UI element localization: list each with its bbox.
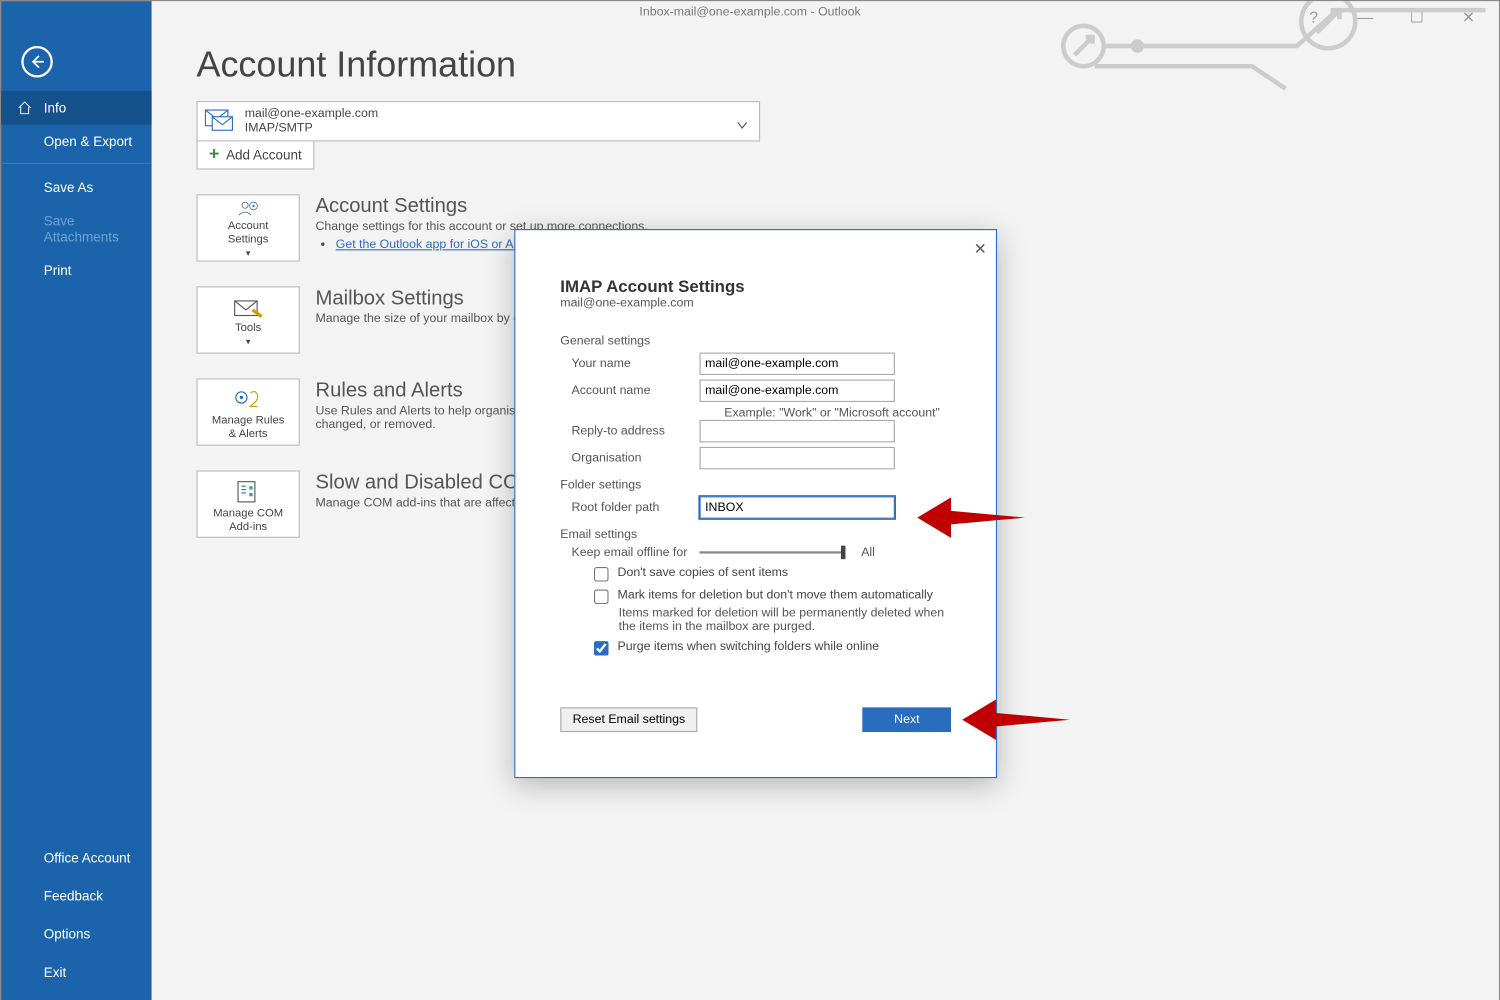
sidebar-item-open-export[interactable]: Open & Export [1,125,151,164]
section-title: Account Settings [316,194,648,218]
sidebar-label: Save Attachments [44,213,119,244]
manage-rules-button[interactable]: Manage Rules & Alerts [196,378,299,445]
page-title: Account Information [196,44,1476,86]
keep-offline-slider[interactable] [700,551,846,553]
sidebar-label: Save As [44,180,93,196]
email-settings-label: Email settings [560,528,951,541]
chevron-down-icon: ▾ [246,247,251,260]
dialog-title: IMAP Account Settings [560,277,951,296]
account-selector[interactable]: mail@one-example.com IMAP/SMTP [196,101,760,141]
manage-com-addins-button[interactable]: Manage COM Add-ins [196,470,299,537]
window-title: Inbox-mail@one-example.com - Outlook [1,6,1499,19]
your-name-input[interactable] [700,353,895,375]
chevron-down-icon [737,116,748,136]
sidebar-item-save-attachments: Save Attachments [1,204,151,253]
add-account-button[interactable]: + Add Account [196,140,314,169]
maximize-icon[interactable]: ☐ [1391,3,1443,30]
sidebar-item-options[interactable]: Options [1,915,151,953]
minimize-icon[interactable]: — [1340,3,1392,30]
mail-icon [204,106,233,136]
sidebar-label: Print [44,263,72,279]
button-label: Account Settings [228,220,269,247]
account-name-label: Account name [560,384,699,397]
sidebar: Info Open & Export Save As Save Attachme… [1,1,151,1000]
mark-for-deletion-checkbox[interactable] [594,589,609,604]
dialog-email: mail@one-example.com [560,296,951,309]
help-icon[interactable]: ? [1288,3,1340,30]
sidebar-item-office-account[interactable]: Office Account [1,839,151,877]
button-label: Manage COM Add-ins [213,507,283,534]
chevron-down-icon: ▾ [246,335,251,348]
root-folder-label: Root folder path [560,501,699,514]
tools-button[interactable]: Tools ▾ [196,286,299,353]
your-name-label: Your name [560,357,699,370]
purge-checkbox[interactable] [594,641,609,656]
sidebar-item-save-as[interactable]: Save As [1,171,151,205]
close-icon[interactable]: ✕ [974,239,987,258]
button-label: Tools [235,322,261,335]
account-settings-icon [232,200,263,217]
folder-settings-label: Folder settings [560,478,951,491]
sidebar-item-feedback[interactable]: Feedback [1,877,151,915]
sidebar-label: Options [44,926,90,942]
root-folder-input[interactable] [700,496,895,518]
addins-icon [235,479,262,504]
keep-offline-label: Keep email offline for [560,546,699,559]
account-name-input[interactable] [700,380,895,402]
sidebar-label: Exit [44,964,66,980]
dont-save-sent-label: Don't save copies of sent items [618,566,789,579]
dont-save-sent-checkbox[interactable] [594,567,609,582]
organisation-label: Organisation [560,451,699,464]
account-name-example: Example: "Work" or "Microsoft account" [724,406,951,419]
button-label: Manage Rules & Alerts [212,414,284,441]
sidebar-label: Feedback [44,888,103,904]
imap-settings-dialog: ✕ IMAP Account Settings mail@one-example… [514,229,997,778]
tools-icon [232,296,263,318]
mark-for-deletion-label: Mark items for deletion but don't move t… [618,588,933,601]
general-settings-label: General settings [560,335,951,348]
organisation-input[interactable] [700,447,895,469]
sidebar-label: Open & Export [44,134,132,150]
sidebar-label: Office Account [44,850,131,866]
rules-icon [232,388,263,410]
purge-label: Purge items when switching folders while… [618,640,880,653]
account-email: mail@one-example.com [245,107,378,122]
add-account-label: Add Account [226,147,302,163]
sidebar-item-print[interactable]: Print [1,254,151,288]
home-icon [17,100,33,119]
reply-to-input[interactable] [700,420,895,442]
next-button[interactable]: Next [863,707,951,732]
plus-icon: + [209,145,219,165]
reply-to-label: Reply-to address [560,424,699,437]
reset-email-settings-button[interactable]: Reset Email settings [560,707,697,732]
sidebar-item-info[interactable]: Info [1,91,151,125]
mark-for-deletion-sublabel: Items marked for deletion will be perman… [619,606,951,633]
sidebar-item-exit[interactable]: Exit [1,953,151,991]
account-settings-button[interactable]: Account Settings ▾ [196,194,299,261]
close-window-icon[interactable]: ✕ [1443,3,1495,30]
keep-offline-value: All [861,546,875,559]
sidebar-label: Info [44,100,66,116]
account-protocol: IMAP/SMTP [245,121,378,136]
back-button[interactable] [21,46,52,77]
